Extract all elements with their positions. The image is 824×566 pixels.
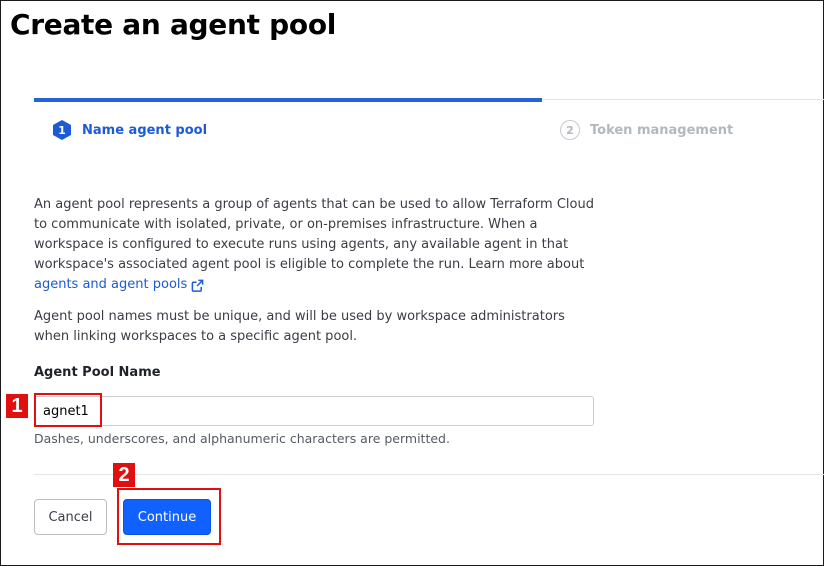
agent-pool-name-hint: Dashes, underscores, and alphanumeric ch…	[34, 431, 450, 446]
step-1-hexagon-icon: 1	[53, 120, 71, 140]
annotation-highlight-2	[117, 488, 221, 545]
step-2-label: Token management	[590, 122, 734, 138]
agents-docs-link[interactable]: agents and agent pools	[34, 275, 204, 295]
step-1-label: Name agent pool	[82, 122, 208, 138]
description: An agent pool represents a group of agen…	[34, 195, 604, 347]
external-link-icon	[191, 279, 204, 292]
annotation-marker-1: 1	[6, 394, 28, 418]
step-2-circle-icon: 2	[560, 120, 580, 140]
agents-docs-link-label: agents and agent pools	[34, 277, 188, 292]
annotation-highlight-1	[34, 393, 102, 427]
description-paragraph-1: An agent pool represents a group of agen…	[34, 195, 604, 295]
description-text-1: An agent pool represents a group of agen…	[34, 197, 594, 272]
agent-pool-name-input[interactable]	[34, 396, 594, 426]
step-token-management: 2 Token management	[560, 120, 733, 140]
steps-progress-active	[34, 98, 542, 102]
annotation-marker-2: 2	[113, 463, 135, 487]
form-divider	[34, 474, 824, 475]
page-title: Create an agent pool	[10, 8, 337, 41]
agent-pool-name-label: Agent Pool Name	[34, 365, 161, 380]
description-paragraph-2: Agent pool names must be unique, and wil…	[34, 309, 565, 344]
step-name-agent-pool: 1 Name agent pool	[52, 120, 207, 140]
cancel-button[interactable]: Cancel	[34, 499, 107, 535]
